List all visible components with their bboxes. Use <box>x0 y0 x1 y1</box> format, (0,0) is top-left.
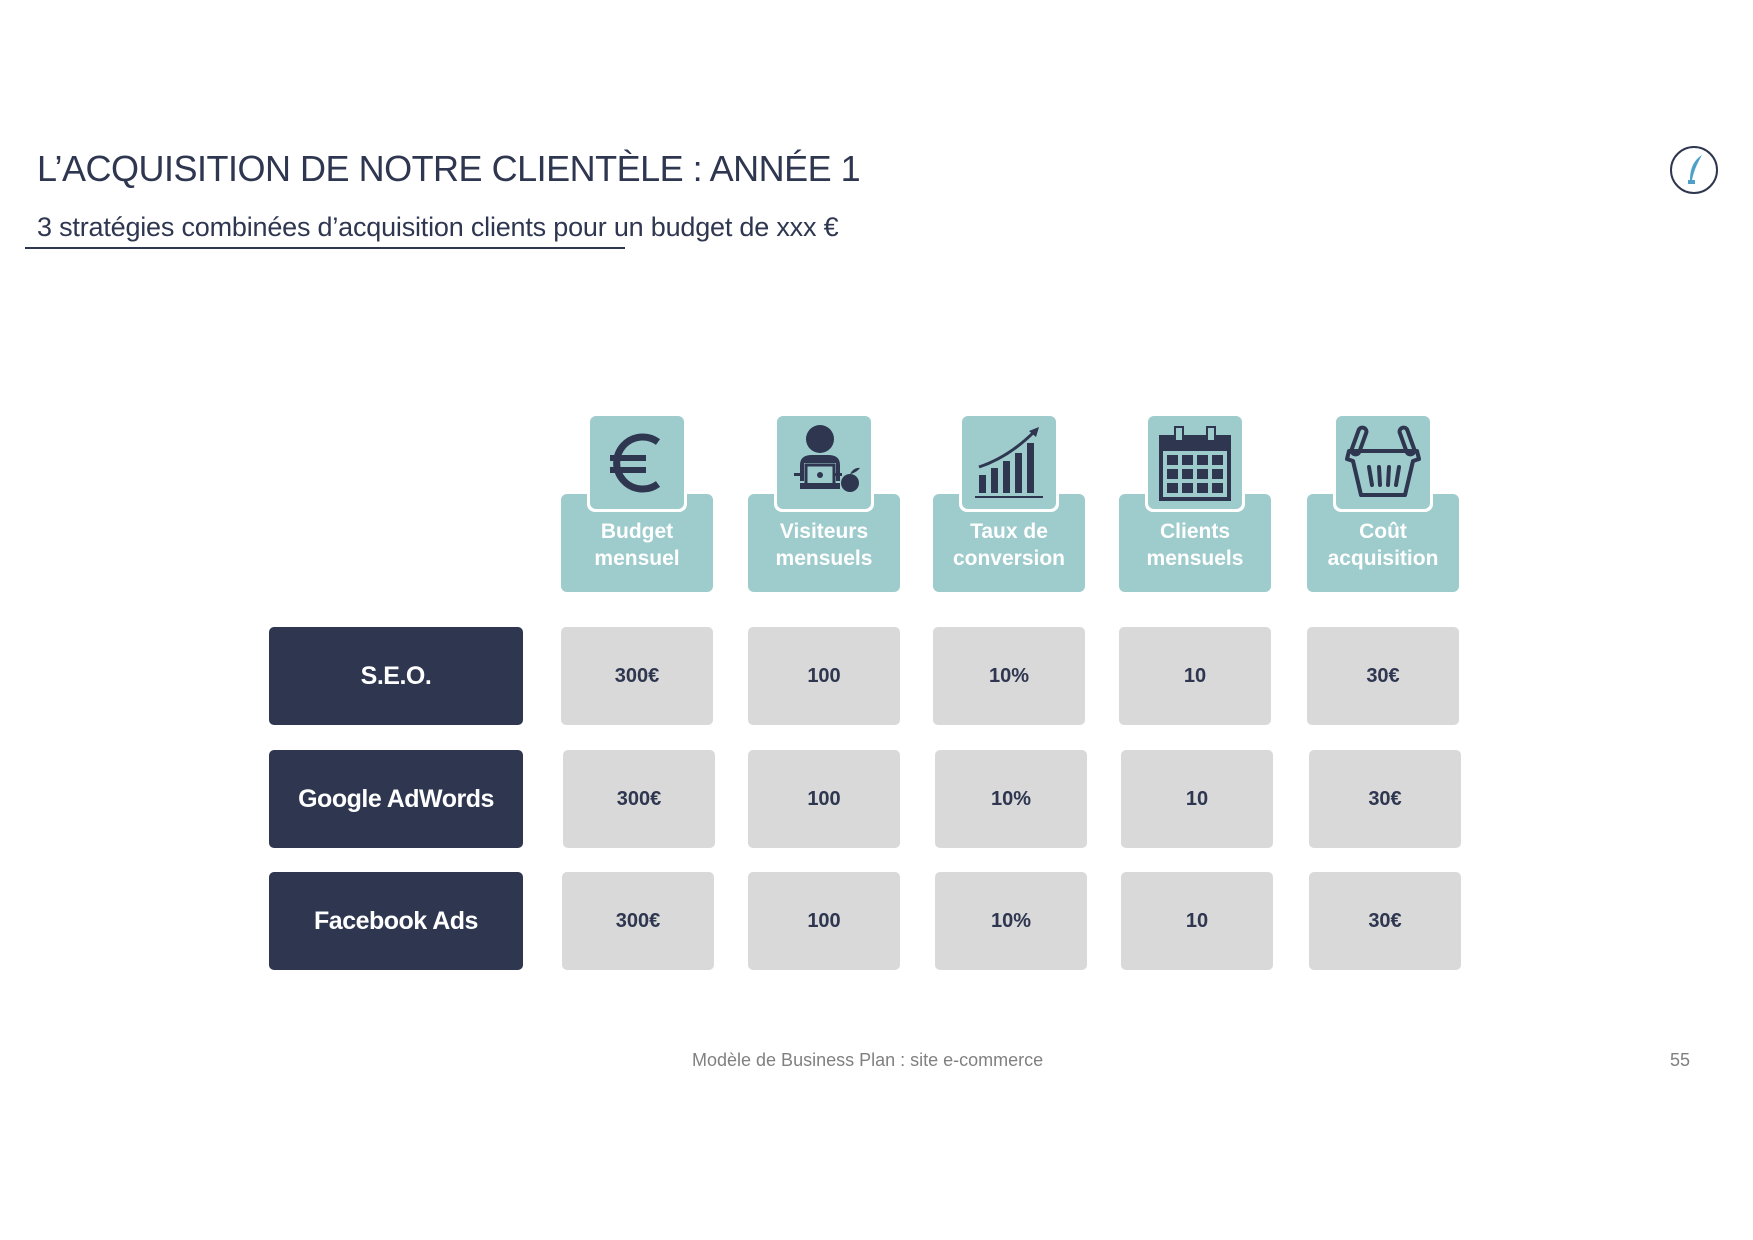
column-label-line1: Clients <box>1159 520 1230 543</box>
page-subtitle: 3 stratégies combinées d’acquisition cli… <box>37 212 839 242</box>
table-cell: 30€ <box>1309 872 1461 970</box>
growth-chart-icon <box>962 416 1056 509</box>
column-label-line1: Coût <box>1359 520 1407 543</box>
table-cell: 10% <box>933 627 1085 725</box>
person-laptop-icon <box>777 416 871 509</box>
table-cell: 300€ <box>563 750 715 848</box>
page-title: L’ACQUISITION DE NOTRE CLIENTÈLE : ANNÉE… <box>37 148 861 189</box>
quill-pen-icon <box>1670 146 1718 194</box>
table-cell: 10 <box>1121 750 1273 848</box>
column-label-line2: mensuels <box>775 547 873 570</box>
table-cell: 10% <box>935 872 1087 970</box>
shopping-basket-icon <box>1336 416 1430 509</box>
row-label-seo: S.E.O. <box>269 627 523 725</box>
table-cell: 100 <box>748 872 900 970</box>
table-cell: 10 <box>1119 627 1271 725</box>
column-label-line1: Taux de <box>970 520 1048 543</box>
column-label-line2: mensuels <box>1146 547 1244 570</box>
column-label-line1: Visiteurs <box>779 520 869 543</box>
column-label-line2: acquisition <box>1327 547 1439 570</box>
column-label-line1: Budget <box>600 520 674 543</box>
euro-icon <box>590 416 684 509</box>
footer-text: Modèle de Business Plan : site e-commerc… <box>692 1050 1044 1070</box>
subtitle-underline <box>25 247 625 249</box>
calendar-icon <box>1148 416 1242 509</box>
row-label-facebook-ads: Facebook Ads <box>269 872 523 970</box>
table-cell: 10% <box>935 750 1087 848</box>
table-cell: 10 <box>1121 872 1273 970</box>
table-cell: 300€ <box>561 627 713 725</box>
column-label-line2: mensuel <box>594 547 680 570</box>
table-cell: 100 <box>748 627 900 725</box>
table-cell: 30€ <box>1307 627 1459 725</box>
table-cell: 300€ <box>562 872 714 970</box>
page-number: 55 <box>1670 1050 1691 1070</box>
table-cell: 30€ <box>1309 750 1461 848</box>
column-label-line2: conversion <box>952 547 1066 570</box>
row-label-google-adwords: Google AdWords <box>269 750 523 848</box>
table-cell: 100 <box>748 750 900 848</box>
